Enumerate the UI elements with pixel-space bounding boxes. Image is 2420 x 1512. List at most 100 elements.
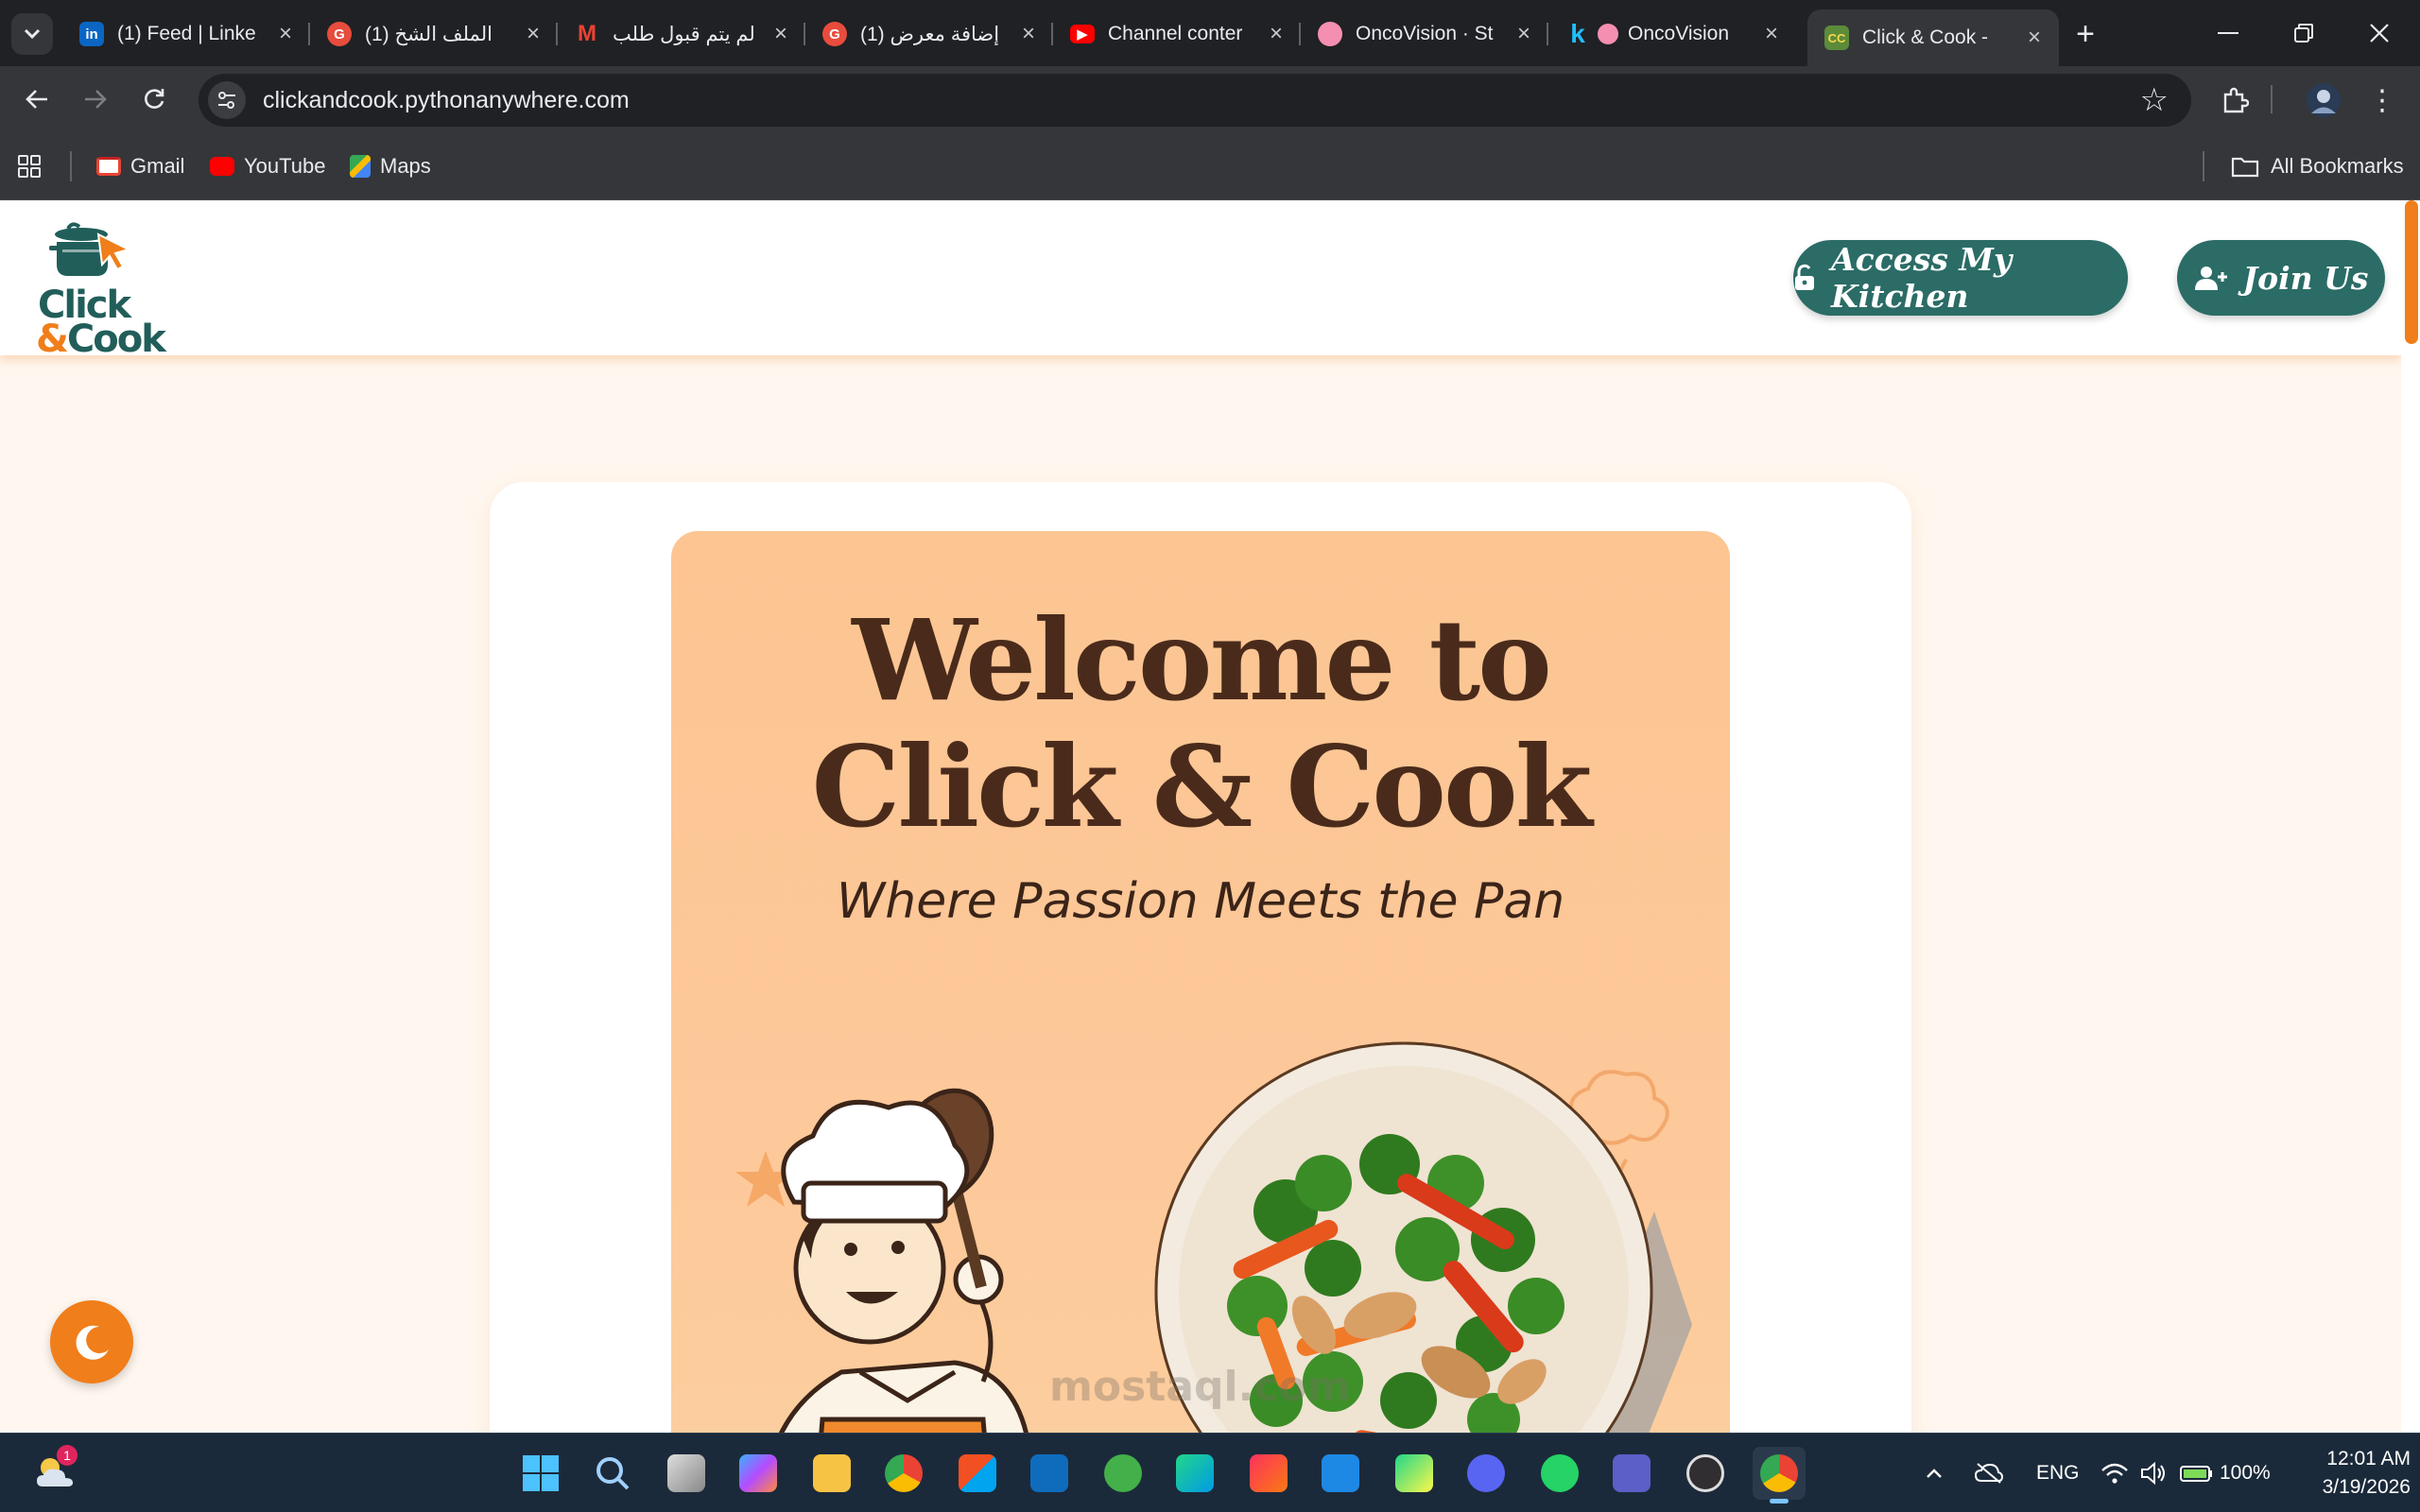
avatar (2307, 83, 2341, 117)
close-icon[interactable]: × (522, 21, 544, 47)
start-button[interactable] (514, 1447, 567, 1500)
chrome-app-pinned[interactable] (877, 1447, 930, 1500)
browser-tab[interactable]: ▶ Channel conter × (1053, 9, 1301, 59)
forward-button[interactable] (74, 77, 117, 121)
whatsapp-app[interactable] (1533, 1447, 1586, 1500)
extensions-button[interactable] (2214, 79, 2256, 121)
minimize-button[interactable] (2191, 0, 2265, 66)
scrollbar-thumb[interactable] (2405, 200, 2418, 344)
site-info-icon[interactable] (208, 81, 246, 119)
close-icon (2370, 24, 2389, 43)
gmail-icon (96, 157, 121, 176)
tab-title: لم يتم قبول طلب (613, 23, 755, 45)
chrome-icon (885, 1454, 923, 1492)
cloud-off-icon (1974, 1463, 2004, 1484)
system-clock[interactable]: 12:01 AM 3/19/2026 (2288, 1445, 2411, 1502)
back-button[interactable] (15, 77, 59, 121)
close-icon[interactable]: × (1017, 21, 1040, 47)
browser-tab-active[interactable]: CC Click & Cook - × (1807, 9, 2059, 66)
browser-tab[interactable]: OncoVision · St × (1301, 9, 1548, 59)
windows-taskbar: 1 ENG 100% 12:01 AM 3/19/2026 (0, 1433, 2420, 1512)
tab-search-button[interactable] (11, 13, 53, 55)
outlook-app[interactable] (1023, 1447, 1076, 1500)
puzzle-icon (2223, 87, 2249, 113)
access-kitchen-label: Access My Kitchen (1831, 241, 2013, 315)
restore-button[interactable] (2267, 0, 2341, 66)
battery-tray[interactable]: 100% (2180, 1452, 2271, 1494)
taskbar-search[interactable] (586, 1447, 639, 1500)
bookmark-star-icon[interactable]: ☆ (2140, 81, 2169, 119)
close-icon[interactable]: × (1512, 21, 1535, 47)
browser-tab[interactable]: G (1) الملف الشخ × (310, 9, 558, 59)
url-text[interactable]: clickandcook.pythonanywhere.com (263, 87, 630, 114)
cooking-pot-icon (49, 222, 130, 276)
browser-toolbar: clickandcook.pythonanywhere.com ☆ ⋮ (0, 66, 2420, 132)
reload-button[interactable] (132, 77, 176, 121)
volume-tray[interactable] (2140, 1452, 2169, 1494)
close-window-button[interactable] (2342, 0, 2416, 66)
browser-tab[interactable]: G (1) إضافة معرض × (805, 9, 1053, 59)
bookmark-label: YouTube (244, 154, 326, 178)
hero-banner: Welcome to Click & Cook Where Passion Me… (671, 531, 1730, 1433)
wifi-tray[interactable] (2100, 1452, 2129, 1494)
copilot-app[interactable] (732, 1447, 785, 1500)
clock-time: 12:01 AM (2326, 1448, 2411, 1469)
discord-app[interactable] (1460, 1447, 1512, 1500)
page-scrollbar[interactable] (2401, 200, 2420, 1433)
bookmark-maps[interactable]: Maps (350, 149, 431, 183)
bookmark-youtube[interactable]: YouTube (210, 149, 325, 183)
close-icon[interactable]: × (2023, 25, 2046, 51)
profile-avatar[interactable] (2303, 79, 2344, 121)
tab-title: Channel conter (1108, 23, 1243, 44)
clion-app[interactable] (1168, 1447, 1221, 1500)
tab-title: OncoVision · St (1356, 23, 1494, 44)
hero-title-line2: Click & Cook (811, 721, 1593, 852)
close-icon[interactable]: × (274, 21, 297, 47)
logo-text-cook: &Cook (36, 318, 166, 361)
bookmark-separator (70, 151, 72, 181)
more-vert-icon: ⋮ (2368, 84, 2396, 116)
linkedin-icon: in (79, 22, 104, 46)
weather-widget[interactable]: 1 (28, 1445, 81, 1500)
join-us-label: Join Us (2242, 259, 2369, 297)
new-tab-button[interactable]: + (2065, 13, 2106, 55)
logo-ampersand: & (36, 318, 69, 361)
apps-button[interactable] (17, 149, 42, 183)
access-kitchen-button[interactable]: Access My Kitchen (1793, 240, 2128, 316)
intellij-app[interactable] (1242, 1447, 1295, 1500)
teams-app[interactable] (1605, 1447, 1658, 1500)
dark-mode-toggle[interactable] (50, 1300, 133, 1383)
notification-badge: 1 (57, 1445, 78, 1466)
file-explorer-app[interactable] (805, 1447, 858, 1500)
anaconda-app[interactable] (1097, 1447, 1150, 1500)
vscode-app[interactable] (1314, 1447, 1367, 1500)
obs-app[interactable] (1679, 1447, 1732, 1500)
onedrive-tray[interactable] (1974, 1452, 2004, 1494)
browser-tab[interactable]: M لم يتم قبول طلب × (558, 9, 805, 59)
close-icon[interactable]: × (1265, 21, 1288, 47)
tab-strip: in (1) Feed | Linke × G (1) الملف الشخ ×… (0, 0, 2420, 66)
pycharm-app[interactable] (1388, 1447, 1441, 1500)
apps-grid-icon (18, 155, 41, 178)
browser-tab[interactable]: in (1) Feed | Linke × (62, 9, 310, 59)
arrow-right-icon (85, 90, 107, 109)
join-us-button[interactable]: Join Us (2177, 240, 2385, 316)
chrome-app-active[interactable] (1753, 1447, 1806, 1503)
show-hidden-icons[interactable] (1925, 1452, 1944, 1494)
bookmark-gmail[interactable]: Gmail (96, 149, 184, 183)
close-icon[interactable]: × (769, 21, 792, 47)
site-logo[interactable]: Click &Cook (36, 215, 166, 361)
browser-tab[interactable]: k OncoVision × (1548, 9, 1796, 59)
kaggle-icon: k (1570, 19, 1585, 48)
language-indicator[interactable]: ENG (2036, 1452, 2080, 1494)
tab-title: OncoVision (1628, 23, 1730, 44)
address-bar[interactable]: clickandcook.pythonanywhere.com ☆ (199, 74, 2191, 127)
tab-title: (1) إضافة معرض (860, 23, 1000, 45)
close-icon[interactable]: × (1760, 21, 1783, 47)
task-view[interactable] (660, 1447, 713, 1500)
hero-title: Welcome to Click & Cook (671, 597, 1730, 850)
store-app[interactable] (951, 1447, 1004, 1500)
menu-button[interactable]: ⋮ (2361, 79, 2403, 121)
all-bookmarks-button[interactable]: All Bookmarks (2231, 149, 2404, 183)
bookmark-separator (2203, 151, 2204, 181)
